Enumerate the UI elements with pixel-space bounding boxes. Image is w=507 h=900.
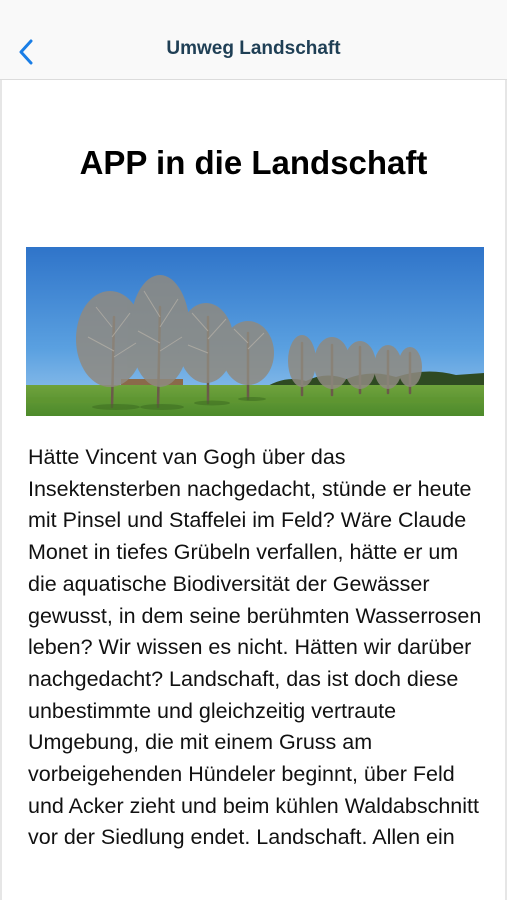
app-screen: Umweg Landschaft APP in die Landschaft H… (0, 0, 507, 900)
page-title: APP in die Landschaft (79, 144, 428, 181)
nav-title: Umweg Landschaft (166, 38, 341, 59)
landscape-illustration (26, 247, 484, 416)
article-body-text: Hätte Vincent van Gogh über das Insekten… (28, 445, 482, 850)
navigation-bar: Umweg Landschaft (0, 0, 507, 80)
landscape-photo (26, 247, 484, 416)
article-scroll-view[interactable]: APP in die Landschaft Hätte Vincent van … (0, 80, 507, 900)
